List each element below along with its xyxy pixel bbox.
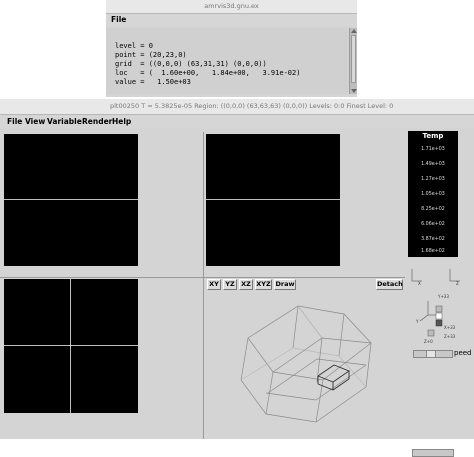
- axis-y-icon: Y: [415, 319, 419, 324]
- scroll-thumb[interactable]: [351, 35, 356, 83]
- render-3d-view[interactable]: [206, 292, 404, 437]
- info-menu-file[interactable]: File: [111, 14, 126, 26]
- view-xyz-button[interactable]: XYZ: [255, 279, 272, 290]
- yz-view-crosshair-v: [70, 279, 71, 413]
- menu-render[interactable]: Render: [82, 116, 112, 128]
- main-menubar: File View Variable Render Help: [0, 116, 474, 128]
- palette-label: 1.27e+03: [421, 177, 445, 182]
- palette-label: 6.06e+02: [421, 222, 445, 227]
- palette-label: 1.68e+02: [421, 249, 445, 254]
- z-minus-label: Z+0: [424, 339, 433, 344]
- draw-button[interactable]: Draw: [274, 279, 296, 290]
- palette-label: 3.87e+02: [421, 237, 445, 242]
- orient-box-1: [435, 305, 443, 313]
- info-loc: loc = ( 1.60e+00, 1.84e+00, 3.91e-02): [115, 69, 301, 77]
- detach-button[interactable]: Detach: [376, 279, 403, 290]
- palette-label: 1.05e+03: [421, 192, 445, 197]
- main-window: plt00250 T = 5.3825e-05 Region: ((0,0,0)…: [0, 99, 474, 457]
- view-xy-button[interactable]: XY: [207, 279, 221, 290]
- palette-label: 1.71e+03: [421, 147, 445, 152]
- vertical-pane-divider[interactable]: [203, 132, 204, 439]
- info-window: amrvis3d.gnu.ex File level = 0 point = (…: [106, 0, 357, 97]
- view-xz-button[interactable]: XZ: [239, 279, 253, 290]
- info-point: point = (20,23,0): [115, 51, 187, 59]
- info-text-area: level = 0 point = (20,23,0) grid = ((0,0…: [106, 28, 348, 94]
- info-window-titlebar: amrvis3d.gnu.ex: [106, 0, 357, 14]
- info-scrollbar[interactable]: [349, 28, 357, 94]
- scroll-down-icon[interactable]: [351, 89, 357, 93]
- y-plus-label: Y+33: [437, 294, 449, 299]
- menu-view[interactable]: View: [25, 116, 45, 128]
- xy-view-canvas[interactable]: [4, 134, 138, 266]
- axis-x-icon: X: [418, 281, 421, 286]
- view-yz-button[interactable]: YZ: [223, 279, 237, 290]
- yz-view-crosshair-h: [4, 345, 138, 346]
- menu-help[interactable]: Help: [112, 116, 131, 128]
- yz-view-canvas[interactable]: [4, 279, 138, 413]
- xy-view-crosshair-h: [4, 199, 138, 200]
- z-plus-label: Z+33: [444, 334, 456, 339]
- palette-panel: Temp 1.71e+03 1.49e+03 1.27e+03 1.05e+03…: [408, 131, 458, 257]
- orient-box-4: [427, 329, 435, 337]
- info-menubar: File: [106, 14, 357, 26]
- menu-file[interactable]: File: [7, 116, 22, 128]
- orient-box-3: [435, 319, 443, 327]
- speed-slider-thumb[interactable]: [426, 351, 436, 357]
- scroll-up-icon[interactable]: [351, 29, 357, 33]
- xz-view-canvas[interactable]: [206, 134, 340, 266]
- x-plus-label: X+33: [444, 325, 456, 330]
- palette-title: Temp: [422, 132, 444, 140]
- info-level: level = 0: [115, 42, 153, 50]
- speed-slider-track[interactable]: [413, 350, 453, 358]
- speed-label: peed: [454, 349, 472, 357]
- axis-z-icon: Z: [456, 281, 459, 286]
- info-value: value = 1.50e+03: [115, 78, 191, 86]
- xz-view-crosshair-h: [206, 199, 340, 200]
- info-grid: grid = ((0,0,0) (63,31,31) (0,0,0)): [115, 60, 267, 68]
- speed-slider[interactable]: [412, 449, 454, 457]
- palette-label: 8.25e+02: [421, 207, 445, 212]
- orient-box-2: [435, 312, 443, 320]
- main-window-titlebar: plt00250 T = 5.3825e-05 Region: ((0,0,0)…: [0, 99, 474, 115]
- palette-label: 1.49e+03: [421, 162, 445, 167]
- menu-variable[interactable]: Variable: [47, 116, 82, 128]
